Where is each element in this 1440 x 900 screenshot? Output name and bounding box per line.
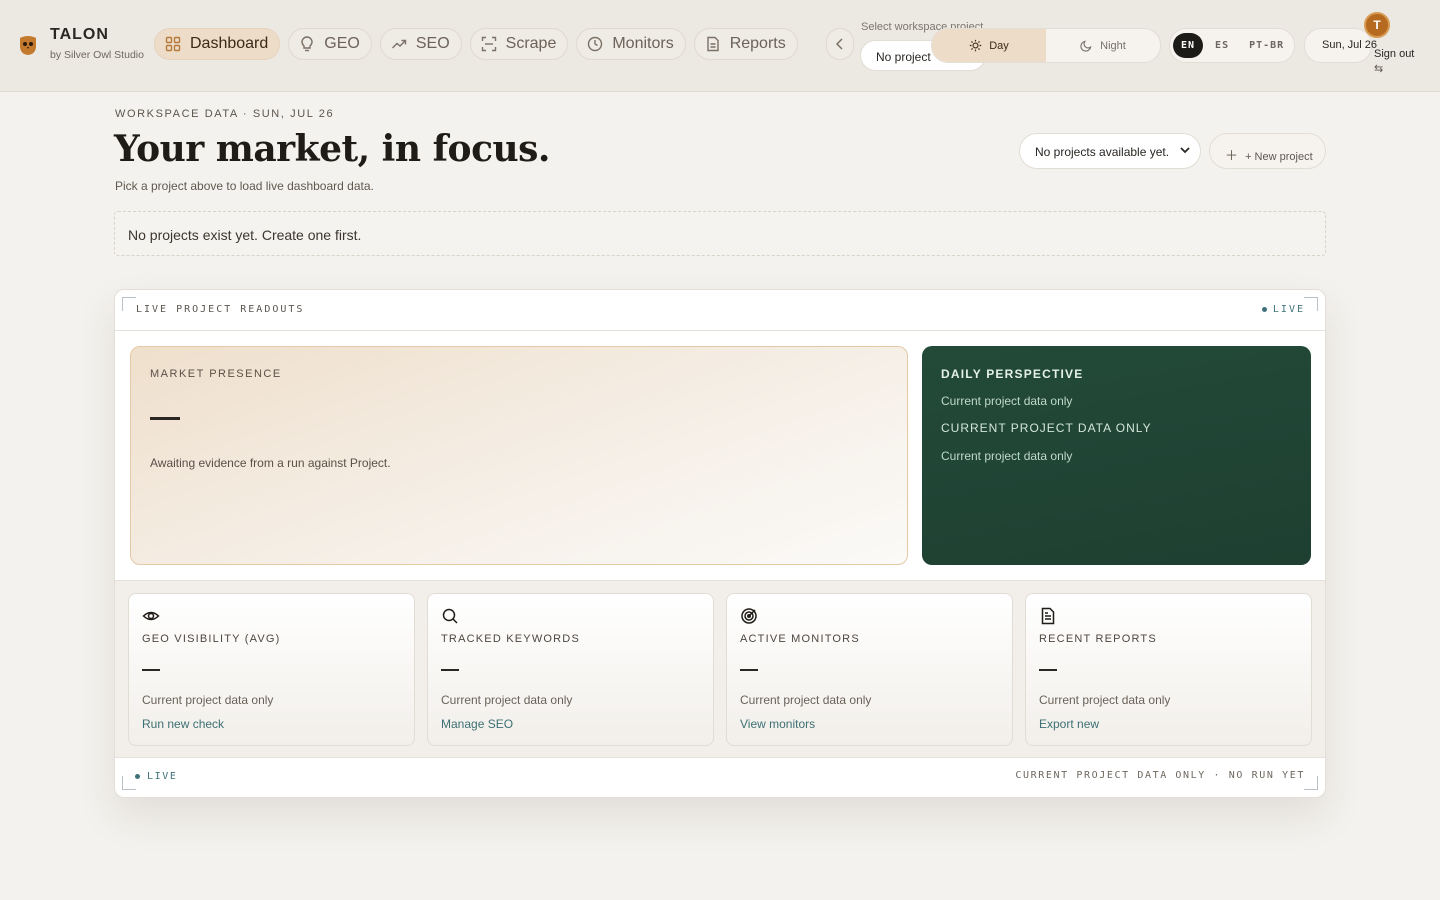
manage-seo-link[interactable]: Manage SEO — [441, 717, 513, 731]
lang-pt-br[interactable]: PT-BR — [1241, 33, 1292, 58]
daily-perspective-line: Current project data only — [941, 394, 1073, 408]
metric-subtext: Current project data only — [142, 693, 274, 707]
run-new-check-link[interactable]: Run new check — [142, 717, 224, 731]
tab-monitors[interactable]: Monitors — [576, 28, 686, 60]
market-presence-card: MARKET PRESENCE Awaiting evidence from a… — [130, 346, 908, 565]
footer-status: CURRENT PROJECT DATA ONLY · NO RUN YET — [1015, 770, 1305, 781]
footer-live-label: LIVE — [147, 771, 178, 782]
brand[interactable]: TALON by Silver Owl Studio — [18, 26, 144, 61]
tab-scrape[interactable]: Scrape — [469, 28, 569, 60]
daily-perspective-title: DAILY PERSPECTIVE — [941, 367, 1084, 381]
tab-monitors-label: Monitors — [612, 35, 674, 52]
empty-value-dash — [740, 669, 758, 671]
grid-icon — [165, 36, 181, 52]
eye-icon — [142, 611, 160, 621]
live-indicator: LIVE — [1261, 304, 1305, 315]
daily-perspective-line: Current project data only — [941, 449, 1073, 463]
live-label: LIVE — [1272, 304, 1305, 315]
clock-icon — [588, 36, 603, 52]
nav-scroll-left-button[interactable] — [826, 28, 854, 60]
empty-value-dash — [1039, 669, 1057, 671]
metric-label: ACTIVE MONITORS — [740, 633, 860, 645]
empty-notice: No projects exist yet. Create one first. — [114, 211, 1326, 256]
tab-seo[interactable]: SEO — [379, 28, 462, 60]
sun-icon — [970, 39, 982, 52]
metric-subtext: Current project data only — [441, 693, 573, 707]
search-icon — [442, 608, 458, 624]
lightbulb-icon — [301, 36, 313, 52]
tab-scrape-label: Scrape — [505, 35, 557, 52]
metric-subtext: Current project data only — [1039, 693, 1171, 707]
new-project-button[interactable]: ＋ + New project — [1209, 133, 1326, 169]
tab-seo-label: SEO — [415, 35, 450, 52]
tab-geo-label: GEO — [324, 35, 360, 52]
metric-card-active-monitors: ACTIVE MONITORS Current project data onl… — [726, 593, 1013, 746]
panel-footer: LIVE CURRENT PROJECT DATA ONLY · NO RUN … — [115, 757, 1325, 797]
language-switcher: EN ES PT-BR — [1169, 28, 1295, 63]
metric-label: RECENT REPORTS — [1039, 633, 1157, 645]
live-dot-icon — [1261, 307, 1267, 312]
new-project-label: + New project — [1245, 151, 1313, 163]
daily-perspective-card: DAILY PERSPECTIVE Current project data o… — [922, 346, 1311, 565]
live-dot-icon — [135, 774, 140, 779]
theme-day-button[interactable]: Day — [932, 29, 1046, 62]
metric-subtext: Current project data only — [740, 693, 872, 707]
tab-reports-label: Reports — [729, 35, 786, 52]
trend-up-icon — [391, 39, 407, 49]
date-pill: Sun, Jul 26 — [1304, 28, 1377, 63]
metric-cards: GEO VISIBILITY (AVG) Current project dat… — [115, 580, 1325, 758]
tab-dashboard-label: Dashboard — [190, 35, 269, 52]
project-select-value: No projects available yet. — [1035, 145, 1170, 159]
tab-geo[interactable]: GEO — [288, 28, 372, 60]
brand-tagline: by Silver Owl Studio — [50, 49, 144, 61]
scan-icon — [481, 36, 496, 52]
empty-value-dash — [150, 417, 180, 420]
avatar[interactable]: T — [1364, 12, 1390, 38]
metric-card-tracked-keywords: TRACKED KEYWORDS Current project data on… — [427, 593, 714, 746]
metric-card-recent-reports: RECENT REPORTS Current project data only… — [1025, 593, 1312, 746]
view-monitors-link[interactable]: View monitors — [740, 717, 815, 731]
brand-name: TALON — [50, 26, 109, 43]
metric-card-geo-visibility: GEO VISIBILITY (AVG) Current project dat… — [128, 593, 415, 746]
document-icon — [1041, 607, 1055, 625]
metric-label: TRACKED KEYWORDS — [441, 633, 580, 645]
page-subtitle: Pick a project above to load live dashbo… — [115, 179, 374, 193]
target-icon — [741, 608, 757, 624]
page-title: Your market, in focus. — [114, 128, 550, 170]
tab-dashboard[interactable]: Dashboard — [154, 28, 281, 60]
panel-header: LIVE PROJECT READOUTS LIVE — [115, 290, 1325, 331]
switch-icon[interactable]: ⇆ — [1374, 62, 1383, 75]
lang-es[interactable]: ES — [1207, 33, 1237, 58]
theme-night-button[interactable]: Night — [1046, 29, 1160, 62]
tab-reports[interactable]: Reports — [693, 28, 798, 60]
moon-icon — [1080, 40, 1092, 52]
theme-night-label: Night — [1100, 39, 1126, 52]
theme-day-label: Day — [989, 39, 1009, 52]
document-icon — [707, 36, 719, 52]
chevron-left-icon — [835, 38, 843, 50]
empty-value-dash — [142, 669, 160, 671]
theme-toggle: Day Night — [931, 28, 1161, 63]
lang-en[interactable]: EN — [1173, 33, 1204, 58]
daily-perspective-line: CURRENT PROJECT DATA ONLY — [941, 421, 1152, 435]
live-readouts-panel: LIVE PROJECT READOUTS LIVE MARKET PRESEN… — [114, 289, 1326, 798]
page-eyebrow: WORKSPACE DATA · SUN, JUL 26 — [115, 108, 335, 120]
main-nav: Dashboard GEO SEO Scrape Monitors Report… — [154, 28, 798, 60]
panel-title: LIVE PROJECT READOUTS — [136, 304, 305, 315]
plus-icon: ＋ — [1225, 148, 1239, 163]
top-bar: TALON by Silver Owl Studio Dashboard GEO… — [0, 0, 1440, 92]
project-select[interactable]: No projects available yet. — [1019, 133, 1201, 169]
metric-label: GEO VISIBILITY (AVG) — [142, 633, 281, 645]
market-presence-label: MARKET PRESENCE — [150, 368, 282, 380]
export-new-link[interactable]: Export new — [1039, 717, 1099, 731]
footer-live-indicator: LIVE — [135, 771, 177, 782]
owl-logo-icon — [20, 36, 36, 55]
empty-value-dash — [441, 669, 459, 671]
chevron-down-icon — [1180, 145, 1190, 157]
market-presence-message: Awaiting evidence from a run against Pro… — [150, 456, 391, 470]
sign-out-link[interactable]: Sign out — [1374, 48, 1414, 60]
